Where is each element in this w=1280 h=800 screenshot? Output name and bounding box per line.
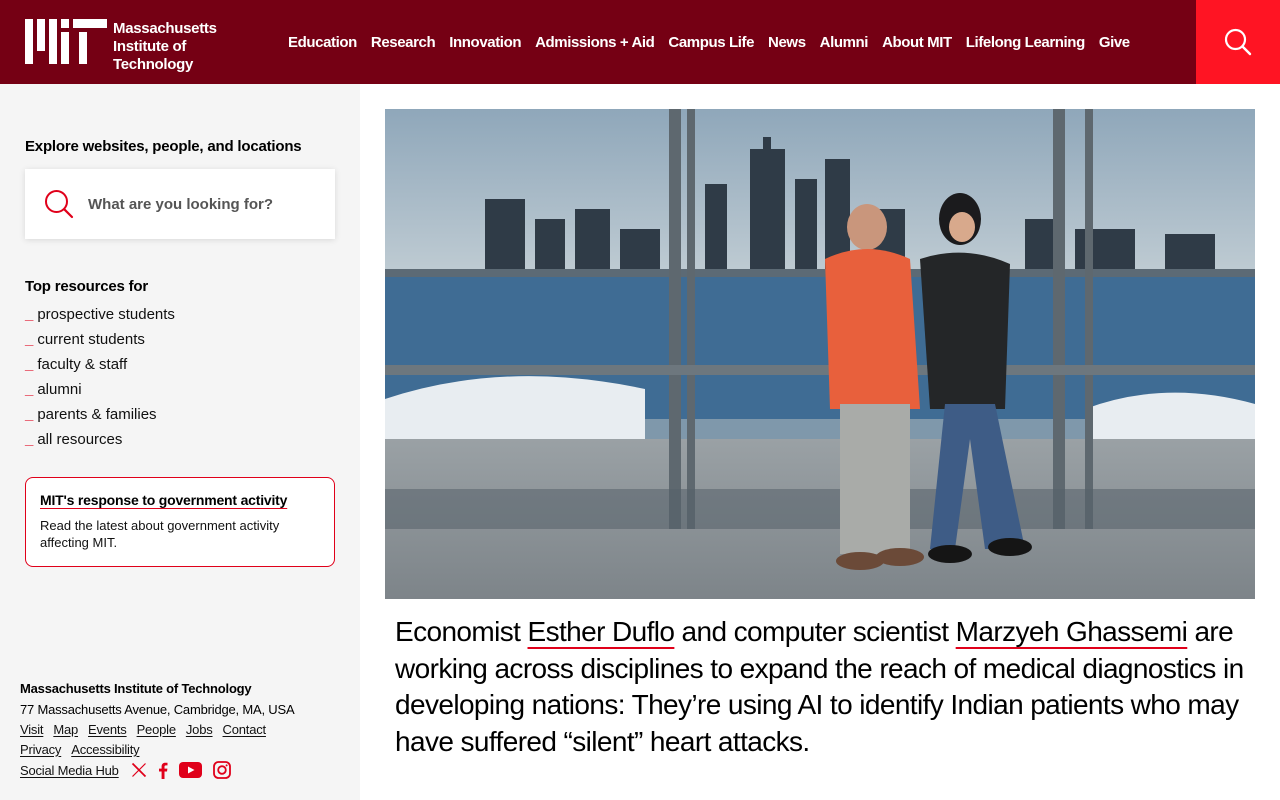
notice-text: Read the latest about government activit…	[40, 518, 280, 550]
list-item: _ current students	[25, 331, 145, 348]
footer-link-map[interactable]: Map	[53, 722, 78, 737]
youtube-icon[interactable]	[178, 762, 202, 778]
footer-link-privacy[interactable]: Privacy	[20, 742, 61, 757]
nav-campus-life[interactable]: Campus Life	[661, 34, 761, 51]
list-item: _ parents & families	[25, 406, 157, 423]
search-icon	[44, 189, 74, 219]
logo-line-3: Technology	[113, 56, 194, 73]
nav-about-mit[interactable]: About MIT	[875, 34, 959, 51]
footer-address: 77 Massachusetts Avenue, Cambridge, MA, …	[20, 702, 295, 717]
footer-institution-name: Massachusetts Institute of Technology	[20, 681, 252, 696]
list-item: _ alumni	[25, 381, 82, 398]
footer-link-people[interactable]: People	[137, 722, 176, 737]
footer-link-events[interactable]: Events	[88, 722, 127, 737]
footer-links: Visit Map Events People Jobs Contact Pri…	[20, 722, 320, 757]
link-marzyeh-ghassemi[interactable]: Marzyeh Ghassemi	[956, 616, 1188, 647]
search-icon	[1224, 28, 1252, 56]
resources-list: _ prospective students _ current students …	[25, 306, 175, 456]
search-input[interactable]	[88, 195, 308, 213]
footer-link-jobs[interactable]: Jobs	[186, 722, 213, 737]
mit-logo-mark	[25, 19, 107, 64]
government-notice: MIT's response to government activity Re…	[25, 477, 335, 567]
x-icon[interactable]	[131, 762, 147, 778]
social-links: Social Media Hub	[20, 761, 350, 779]
resource-prospective-students[interactable]: prospective students	[37, 306, 175, 323]
site-header: Massachusetts Institute of Technology Ed…	[0, 0, 1280, 84]
nav-news[interactable]: News	[761, 34, 813, 51]
list-item: _ all resources	[25, 431, 123, 448]
hero-caption: Economist Esther Duflo and computer scie…	[395, 614, 1245, 760]
caption-text-1: Economist	[395, 616, 528, 647]
instagram-icon[interactable]	[212, 761, 231, 779]
resource-parents-families[interactable]: parents & families	[37, 406, 156, 423]
nav-research[interactable]: Research	[364, 34, 442, 51]
nav-lifelong-learning[interactable]: Lifelong Learning	[959, 34, 1092, 51]
explore-title: Explore websites, people, and locations	[25, 138, 302, 155]
resource-faculty-staff[interactable]: faculty & staff	[37, 356, 127, 373]
nav-innovation[interactable]: Innovation	[442, 34, 528, 51]
social-media-hub-link[interactable]: Social Media Hub	[20, 763, 119, 778]
sidebar-search-box[interactable]	[25, 169, 335, 239]
header-search-button[interactable]	[1196, 0, 1280, 84]
resources-title: Top resources for	[25, 278, 149, 295]
logo-wordmark: Massachusetts Institute of Technology	[113, 20, 217, 74]
sidebar-footer: Massachusetts Institute of Technology 77…	[20, 681, 350, 779]
notice-title-link[interactable]: MIT's response to government activity	[40, 492, 287, 508]
resource-all-resources[interactable]: all resources	[37, 431, 122, 448]
resource-alumni[interactable]: alumni	[37, 381, 81, 398]
logo-line-1: Massachusetts	[113, 20, 217, 37]
hero-image	[385, 109, 1255, 599]
sidebar: Explore websites, people, and locations …	[0, 84, 360, 800]
nav-alumni[interactable]: Alumni	[813, 34, 875, 51]
footer-link-contact[interactable]: Contact	[223, 722, 267, 737]
link-esther-duflo[interactable]: Esther Duflo	[528, 616, 675, 647]
nav-education[interactable]: Education	[281, 34, 364, 51]
nav-give[interactable]: Give	[1092, 34, 1137, 51]
caption-text-2: and computer scientist	[674, 616, 956, 647]
mit-logo[interactable]: Massachusetts Institute of Technology	[25, 19, 217, 74]
footer-link-visit[interactable]: Visit	[20, 722, 44, 737]
footer-link-accessibility[interactable]: Accessibility	[71, 742, 139, 757]
resource-current-students[interactable]: current students	[37, 331, 145, 348]
facebook-icon[interactable]	[158, 762, 168, 779]
nav-admissions-aid[interactable]: Admissions + Aid	[528, 34, 661, 51]
main-nav: Education Research Innovation Admissions…	[281, 0, 1137, 84]
list-item: _ prospective students	[25, 306, 175, 323]
logo-line-2: Institute of	[113, 38, 187, 55]
list-item: _ faculty & staff	[25, 356, 128, 373]
